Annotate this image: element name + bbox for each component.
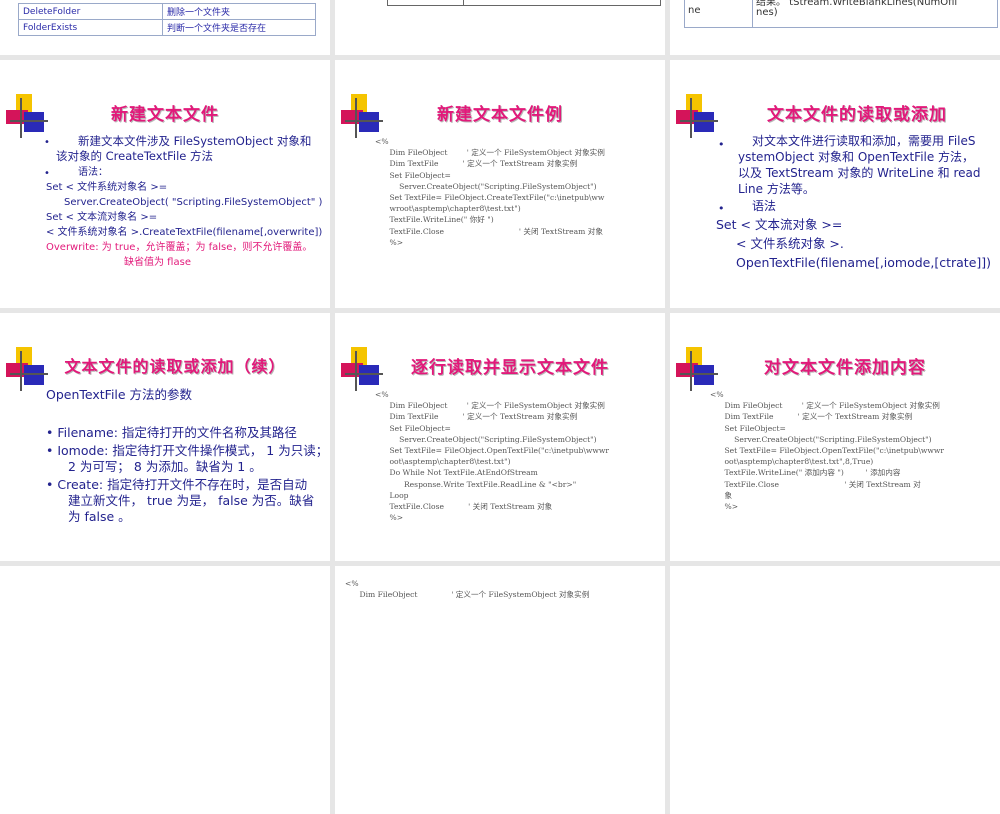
- slide-title: 新建文本文件: [111, 105, 219, 125]
- slide-thumb-1[interactable]: DeleteFolder 删除一个文件夹 FolderExists 判断一个文件夹是…: [0, 0, 330, 55]
- slide-thumb-9[interactable]: 对文本文件添加内容 <% Dim FileObject ' 定义一个 FileS…: [670, 313, 1000, 561]
- slide-thumb-5[interactable]: 新建文本文件例 <% Dim FileObject ' 定义一个 FileSys…: [335, 60, 665, 308]
- slide-thumb-10[interactable]: [0, 566, 330, 814]
- body-text: < 文件系统对象名 >.CreateTextFile(filename[,ove…: [46, 227, 323, 238]
- body-text: Overwrite: 为 true，允许覆盖；为 false，则不允许覆盖。: [46, 242, 313, 253]
- bullet-dot: •: [718, 202, 725, 215]
- body-text: Set < 文本流对象 >=: [716, 217, 843, 232]
- code-block: <% Dim FileObject ' 定义一个 FileSystemObjec…: [345, 579, 590, 600]
- slide-title: 文本文件的读取或添加（续）: [64, 357, 286, 376]
- slide-title: 对文本文件添加内容: [764, 358, 926, 378]
- table-cell: FolderExists: [18, 19, 163, 36]
- body-text: ystemObject 对象和 OpenTextFile 方法，: [738, 150, 975, 164]
- body-text: • Create: 指定待打开文件不存在时，是否自动: [46, 477, 308, 492]
- slide-thumb-7[interactable]: 文本文件的读取或添加（续） OpenTextFile 方法的参数 • Filen…: [0, 313, 330, 561]
- table-cell: ne: [688, 5, 701, 16]
- body-text: 建立新文件， true 为是， false 为否。缺省: [68, 493, 315, 508]
- body-text: 对文本文件进行读取和添加，需要用 FileS: [752, 134, 976, 148]
- slide-title: 逐行读取并显示文本文件: [411, 358, 609, 378]
- table-divider: [463, 0, 464, 5]
- body-text: Set < 文件系统对象名 >=: [46, 182, 168, 193]
- body-text: 语法: [752, 199, 777, 213]
- table-cell: DeleteFolder: [18, 3, 163, 20]
- table-cell: nes): [756, 7, 778, 18]
- slide-thumb-6[interactable]: 文本文件的读取或添加 • 对文本文件进行读取和添加，需要用 FileS yste…: [670, 60, 1000, 308]
- slide-thumb-2[interactable]: [335, 0, 665, 55]
- body-text: Server.CreateObject( "Scripting.FileSyst…: [64, 197, 323, 208]
- body-text: Set < 文本流对象名 >=: [46, 212, 158, 223]
- table-row: DeleteFolder 删除一个文件夹: [18, 3, 316, 20]
- code-block: <% Dim FileObject ' 定义一个 FileSystemObjec…: [375, 390, 610, 523]
- body-text: 新建文本文件涉及 FileSystemObject 对象和: [78, 134, 312, 148]
- body-text: 以及 TextStream 对象的 WriteLine 和 read: [738, 166, 981, 180]
- slide-logo-icon: [676, 94, 718, 140]
- body-text: • Iomode: 指定待打开文件操作模式， 1 为只读；: [46, 443, 329, 458]
- table-cell: 结果。 tStream.WriteBlankLines(NumOfli: [756, 0, 958, 8]
- table-row: FolderExists 判断一个文件夹是否存在: [18, 19, 316, 36]
- bullet-dot: •: [44, 168, 50, 179]
- slide-thumb-3[interactable]: ne 结果。 tStream.WriteBlankLines(NumOfli n…: [670, 0, 1000, 55]
- slide-thumb-8[interactable]: 逐行读取并显示文本文件 <% Dim FileObject ' 定义一个 Fil…: [335, 313, 665, 561]
- body-text: OpenTextFile 方法的参数: [46, 387, 193, 402]
- table-fragment: [387, 0, 661, 6]
- body-text: 为 false 。: [68, 509, 131, 524]
- table-cell: 判断一个文件夹是否存在: [162, 19, 316, 36]
- body-text: • Filename: 指定待打开的文件名称及其路径: [46, 425, 297, 440]
- table-cell: 删除一个文件夹: [162, 3, 316, 20]
- table-divider: [752, 0, 753, 27]
- body-text: 2 为可写； 8 为添加。缺省为 1 。: [68, 459, 262, 474]
- slide-thumb-4[interactable]: 新建文本文件 • 新建文本文件涉及 FileSystemObject 对象和 该…: [0, 60, 330, 308]
- slide-thumb-12[interactable]: [670, 566, 1000, 814]
- body-text: Line 方法等。: [738, 182, 815, 196]
- body-text: < 文件系统对象 >.: [736, 236, 844, 251]
- bullet-dot: •: [718, 138, 725, 151]
- code-block: <% Dim FileObject ' 定义一个 FileSystemObjec…: [710, 390, 945, 512]
- bullet-dot: •: [44, 137, 50, 148]
- slide-thumb-11[interactable]: <% Dim FileObject ' 定义一个 FileSystemObjec…: [335, 566, 665, 814]
- body-text: 缺省值为 flase: [124, 257, 191, 268]
- method-table: DeleteFolder 删除一个文件夹 FolderExists 判断一个文件夹是…: [18, 3, 316, 36]
- body-text: 该对象的 CreateTextFile 方法: [56, 149, 214, 163]
- slide-title: 文本文件的读取或添加: [767, 105, 947, 125]
- slide-title: 新建文本文件例: [437, 105, 563, 125]
- body-text: 语法：: [78, 167, 108, 178]
- body-text: OpenTextFile(filename[,iomode,[ctrate]]): [736, 255, 992, 270]
- code-block: <% Dim FileObject ' 定义一个 FileSystemObjec…: [375, 137, 605, 247]
